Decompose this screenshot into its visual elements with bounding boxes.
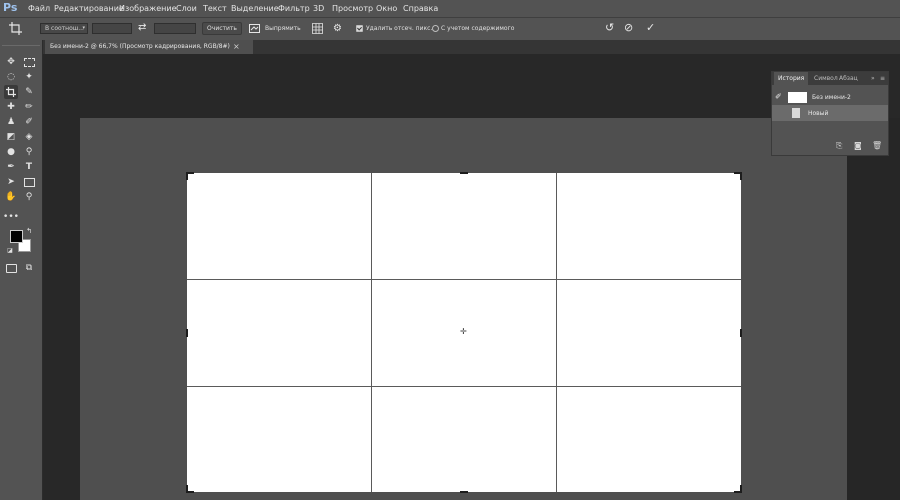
content-aware-checkbox[interactable] [432, 25, 439, 32]
rectangle-tool-icon[interactable] [22, 175, 36, 189]
dodge-tool-icon[interactable]: ⚲ [22, 145, 36, 159]
more-tools-icon[interactable]: ••• [3, 210, 19, 224]
content-aware-label: С учетом содержимого [441, 25, 515, 32]
path-selection-tool-icon[interactable]: ➤ [4, 175, 18, 189]
reset-icon[interactable]: ↺ [605, 22, 614, 33]
foreground-color-swatch-top[interactable] [10, 230, 23, 243]
ratio-select[interactable]: В соотнош... ▾ [40, 23, 88, 34]
grid-line [187, 279, 741, 280]
menu-bar: Ps Файл Редактирование Изображение Слои … [0, 0, 900, 17]
grid-line [371, 173, 372, 492]
crop-handle-top-right[interactable] [740, 172, 742, 180]
blur-tool-icon[interactable]: ● [4, 145, 18, 159]
crop-handle-top[interactable] [460, 172, 468, 174]
camera-icon[interactable]: ◙ [854, 141, 862, 150]
tab-history[interactable]: История [774, 72, 809, 85]
trash-icon[interactable]: 🗑 [872, 141, 882, 150]
zoom-tool-icon[interactable]: ⚲ [22, 190, 36, 204]
swap-colors-icon[interactable]: ↰ [25, 227, 33, 235]
magic-wand-tool-icon[interactable]: ✦ [22, 70, 36, 84]
new-document-icon [792, 108, 800, 118]
pen-tool-icon[interactable]: ✒ [4, 160, 18, 174]
swap-icon[interactable]: ⇄ [138, 22, 146, 33]
history-snapshot-row[interactable]: ✐ Без имени-2 [772, 89, 888, 105]
crop-center-icon: ✛ [460, 327, 467, 336]
healing-brush-tool-icon[interactable]: ✚ [4, 100, 18, 114]
hand-tool-icon[interactable]: ✋ [4, 190, 18, 204]
photoshop-logo: Ps [3, 1, 18, 14]
lasso-tool-icon[interactable]: ◌ [4, 70, 18, 84]
menu-filter[interactable]: Фильтр [278, 4, 310, 13]
menu-window[interactable]: Окно [376, 4, 397, 13]
paint-bucket-tool-icon[interactable]: ◈ [22, 130, 36, 144]
toolbox-grip[interactable] [2, 42, 40, 46]
move-tool-icon[interactable]: ✥ [4, 55, 18, 69]
options-bar: В соотнош... ▾ ⇄ Очистить Выпрямить ⚙ Уда… [0, 17, 900, 41]
panel-menu-icon[interactable]: ≡ [880, 72, 885, 85]
tab-paragraph[interactable]: Абзац [839, 72, 858, 85]
snapshot-thumbnail [788, 92, 807, 103]
crop-handle-top-left[interactable] [186, 172, 188, 180]
screen-mode-icon[interactable]: ⧉ [22, 261, 36, 275]
crop-handle-right[interactable] [740, 329, 742, 337]
clear-button[interactable]: Очистить [202, 22, 242, 35]
marquee-tool-icon[interactable] [22, 55, 36, 69]
tab-character[interactable]: Символ [814, 72, 838, 85]
height-field[interactable] [154, 23, 196, 34]
history-brush-tool-icon[interactable]: ✐ [22, 115, 36, 129]
type-tool-icon[interactable]: T [22, 160, 36, 174]
chevron-down-icon: ▾ [82, 25, 85, 31]
delete-cropped-checkbox[interactable] [356, 25, 363, 32]
document-tab-bar: Без имени-2 @ 66,7% (Просмотр кадрирован… [43, 40, 900, 54]
default-colors-icon[interactable]: ◪ [6, 246, 14, 254]
document-tab-title: Без имени-2 @ 66,7% (Просмотр кадрирован… [50, 43, 230, 50]
straighten-label[interactable]: Выпрямить [265, 25, 301, 32]
crop-handle-bottom[interactable] [460, 491, 468, 493]
menu-view[interactable]: Просмотр [332, 4, 373, 13]
menu-edit[interactable]: Редактирование [54, 4, 124, 13]
new-document-from-state-icon[interactable]: ⎘ [836, 141, 842, 151]
delete-cropped-label: Удалить отсеч. пикс. [366, 25, 433, 32]
clone-stamp-tool-icon[interactable]: ♟ [4, 115, 18, 129]
commit-check-icon[interactable]: ✓ [646, 22, 655, 33]
grid-overlay-icon[interactable] [312, 23, 323, 34]
width-field[interactable] [92, 23, 132, 34]
straighten-icon[interactable] [249, 24, 260, 33]
grid-line [187, 386, 741, 387]
crop-handle-bottom-right[interactable] [740, 485, 742, 493]
menu-text[interactable]: Текст [203, 4, 227, 13]
history-state-label: Новый [808, 110, 829, 117]
panel-tabs: История Символ Абзац » ≡ [772, 72, 888, 85]
brush-tool-icon[interactable]: ✏ [22, 100, 36, 114]
collapse-panel-icon[interactable]: » [871, 72, 875, 85]
panel-footer: ⎘ ◙ 🗑 [772, 138, 888, 155]
snapshot-label: Без имени-2 [812, 94, 851, 101]
menu-3d[interactable]: 3D [313, 4, 324, 13]
history-brush-source-icon: ✐ [775, 92, 782, 101]
menu-file[interactable]: Файл [28, 4, 50, 13]
menu-image[interactable]: Изображение [119, 4, 177, 13]
toolbox: ✥ ◌ ✦ ✎ ✚ ✏ ♟ ✐ ◩ ◈ ● ⚲ ✒ T ➤ ✋ ⚲ ••• ↰ … [0, 40, 43, 500]
menu-select[interactable]: Выделение [231, 4, 279, 13]
menu-help[interactable]: Справка [403, 4, 438, 13]
crop-handle-left[interactable] [186, 329, 188, 337]
crop-tool-icon[interactable] [4, 85, 18, 99]
close-icon[interactable]: × [233, 40, 240, 54]
scrollbar-area[interactable] [847, 118, 900, 500]
cancel-icon[interactable]: ⊘ [624, 22, 633, 33]
grid-line [556, 173, 557, 492]
gear-icon[interactable]: ⚙ [333, 23, 342, 34]
eyedropper-tool-icon[interactable]: ✎ [22, 85, 36, 99]
document-tab[interactable]: Без имени-2 @ 66,7% (Просмотр кадрирован… [45, 40, 253, 54]
crop-handle-bottom-left[interactable] [186, 485, 188, 493]
eraser-tool-icon[interactable]: ◩ [4, 130, 18, 144]
history-state-row[interactable]: Новый [772, 105, 888, 121]
quick-mask-icon[interactable] [4, 261, 18, 275]
crop-tool-preset-icon[interactable] [8, 21, 24, 36]
menu-layers[interactable]: Слои [176, 4, 197, 13]
history-panel: История Символ Абзац » ≡ ✐ Без имени-2 Н… [771, 71, 889, 156]
canvas[interactable]: ✛ [186, 172, 742, 493]
